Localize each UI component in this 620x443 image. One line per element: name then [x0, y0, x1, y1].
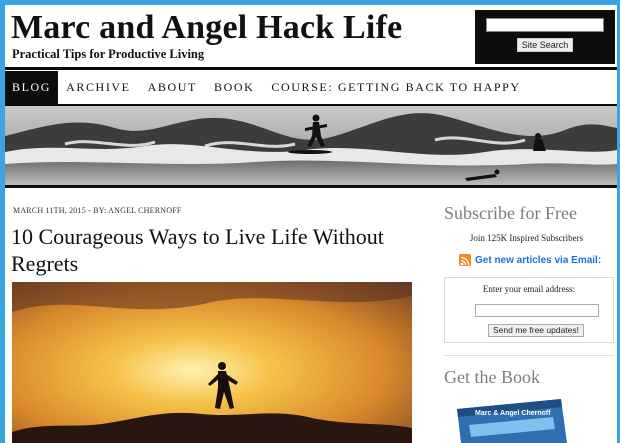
nav-item-about[interactable]: ABOUT: [148, 80, 197, 95]
site-title[interactable]: Marc and Angel Hack Life: [11, 9, 402, 47]
subscribe-heading: Subscribe for Free: [444, 203, 577, 223]
book-cover-author: Marc & Angel Chernoff: [475, 410, 551, 417]
subscriber-count: Join 125K Inspired Subscribers: [469, 233, 584, 243]
search-input[interactable]: [486, 18, 604, 32]
send-updates-button[interactable]: Send me free updates!: [488, 324, 585, 337]
surf-banner-image: [5, 104, 617, 188]
book-heading: Get the Book: [444, 367, 540, 387]
site-search-button[interactable]: Site Search: [516, 38, 574, 52]
post-featured-image[interactable]: [12, 282, 412, 443]
sidebar-divider: [444, 355, 614, 356]
post-meta: MARCH 11TH, 2015 - BY: ANGEL CHERNOFF: [13, 206, 182, 215]
site-tagline: Practical Tips for Productive Living: [12, 47, 205, 61]
main-nav: BLOG ARCHIVE ABOUT BOOK COURSE: GETTING …: [5, 71, 617, 104]
nav-item-blog[interactable]: BLOG: [5, 71, 59, 104]
nav-item-archive[interactable]: ARCHIVE: [66, 80, 131, 95]
email-signup-box: Enter your email address: Send me free u…: [444, 277, 614, 343]
search-box: Site Search: [475, 10, 615, 64]
sidebar: Subscribe for Free Join 125K Inspired Su…: [439, 195, 617, 443]
rss-icon: [459, 254, 471, 266]
rss-subscribe-link[interactable]: Get new articles via Email:: [459, 254, 601, 266]
post-title[interactable]: 10 Courageous Ways to Live Life Without …: [11, 223, 411, 277]
rss-link-text[interactable]: Get new articles via Email:: [475, 255, 601, 266]
nav-item-course[interactable]: COURSE: GETTING BACK TO HAPPY: [271, 80, 520, 95]
book-cover-image[interactable]: Marc & Angel Chernoff: [449, 395, 579, 443]
header-divider: [5, 67, 617, 70]
page: Marc and Angel Hack Life Practical Tips …: [5, 5, 617, 443]
email-label: Enter your email address:: [482, 284, 576, 294]
email-field[interactable]: [475, 304, 599, 317]
nav-item-book[interactable]: BOOK: [214, 80, 254, 95]
